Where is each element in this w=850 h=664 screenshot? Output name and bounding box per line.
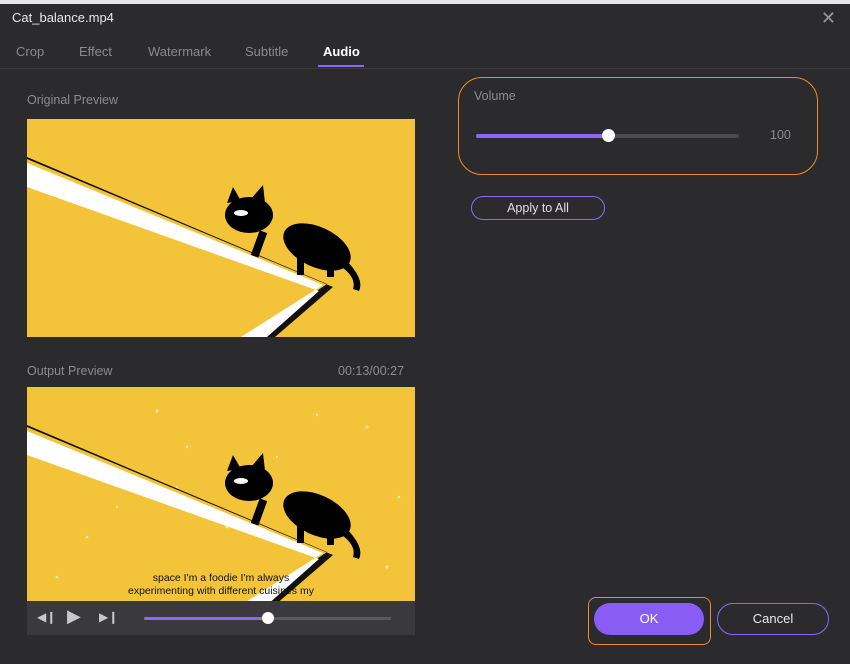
tab-watermark[interactable]: Watermark (148, 44, 211, 59)
playback-progress-fill (144, 617, 268, 620)
tab-audio[interactable]: Audio (323, 44, 360, 59)
cancel-button[interactable]: Cancel (717, 603, 829, 635)
volume-label: Volume (474, 89, 516, 103)
tab-subtitle[interactable]: Subtitle (245, 44, 288, 59)
close-icon[interactable]: ✕ (821, 8, 836, 29)
volume-value: 100 (770, 128, 791, 142)
tab-crop[interactable]: Crop (16, 44, 44, 59)
playback-progress-bar[interactable] (144, 612, 391, 624)
playback-controls: ◀❙ ▶ ▶❙ (27, 601, 415, 635)
playback-progress-knob[interactable] (261, 612, 274, 624)
output-preview-label: Output Preview (27, 364, 113, 378)
volume-slider-fill (476, 134, 608, 138)
subtitle-line-1: space I'm a foodie I'm always (152, 572, 290, 584)
subtitle-overlay: space I'm a foodie I'm always experiment… (27, 572, 415, 598)
tab-bar: Crop Effect Watermark Subtitle Audio (0, 40, 850, 70)
apply-to-all-button[interactable]: Apply to All (471, 196, 605, 220)
subtitle-line-2: experimenting with different cuisines my (128, 585, 314, 597)
original-preview-label: Original Preview (27, 93, 119, 107)
volume-slider-knob[interactable] (601, 129, 615, 142)
tab-effect[interactable]: Effect (79, 44, 112, 59)
title-bar: Cat_balance.mp4 ✕ (0, 4, 850, 30)
ok-button[interactable]: OK (594, 603, 704, 635)
previous-frame-icon[interactable]: ◀❙ (37, 610, 56, 624)
playback-time: 00:13/00:27 (338, 364, 405, 378)
play-icon[interactable]: ▶ (67, 606, 81, 627)
tab-divider (0, 68, 850, 69)
next-frame-icon[interactable]: ▶❙ (99, 610, 118, 624)
volume-slider[interactable] (476, 129, 739, 142)
active-tab-indicator (318, 65, 364, 67)
original-preview-image (27, 119, 415, 337)
dialog-title: Cat_balance.mp4 (12, 10, 114, 25)
